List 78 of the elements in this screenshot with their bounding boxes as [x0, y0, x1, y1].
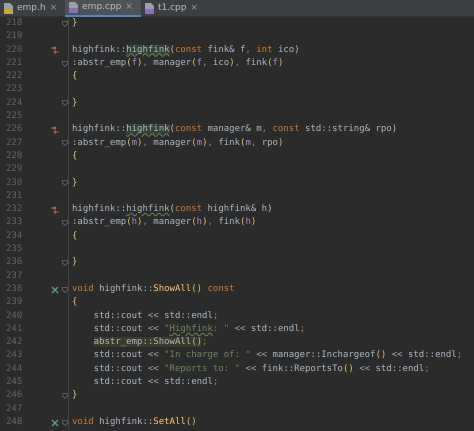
code-line: } [72, 96, 78, 110]
fold-icon[interactable] [62, 260, 68, 266]
code-line: :abstr_emp(f), manager(f, ico), fink(f) [72, 56, 284, 70]
code-line: highfink::highfink(const highfink& h) [72, 203, 273, 216]
file-icon [144, 3, 154, 14]
line-number: 237 [5, 270, 24, 283]
file-tab[interactable]: emp.h × [0, 0, 66, 17]
fold-icon[interactable] [62, 60, 68, 67]
code-line: } [72, 176, 78, 190]
code-line: std::cout << "Reports to: " << fink::ReportsTo() << std::endl; [92, 362, 430, 376]
code-line: std::cout << "In charge of: " << manager::Inchargeof() << std::endl; [92, 349, 462, 362]
code-line: { [72, 150, 78, 163]
code-line: { [72, 230, 78, 243]
code-line: highfink::highfink(const manager& m, const std::string& rpo) [72, 123, 398, 136]
file-icon [4, 3, 13, 14]
code-line: abstr_emp::ShowAll(); [92, 336, 208, 350]
file-tab[interactable]: emp.cpp × [65, 0, 141, 17]
code-line: highfink::highfink(const fink& f, int ico) [72, 44, 300, 57]
line-number: 238 [5, 282, 24, 296]
code-line: std::cout << "Highfink: " << std::endl; [92, 322, 306, 336]
code-line: :abstr_emp(h), manager(h), fink(h) [72, 216, 256, 230]
arrows-icon[interactable] [51, 46, 59, 54]
fold-icon[interactable] [62, 100, 68, 106]
line-number: 222 [5, 70, 24, 84]
line-number: 235 [5, 243, 24, 256]
line-number: 232 [5, 203, 24, 216]
code-line: std::cout << std::endl; [92, 376, 218, 390]
line-number: 229 [5, 163, 24, 176]
line-number: 218 [5, 17, 24, 30]
line-number: 221 [5, 56, 24, 70]
line-number: 234 [5, 230, 24, 243]
close-button[interactable]: × [125, 0, 133, 14]
line-number: 242 [5, 336, 24, 350]
line-number: 243 [5, 349, 24, 362]
cross-icon[interactable] [51, 418, 59, 427]
line-number: 227 [5, 136, 24, 150]
line-number: 223 [5, 83, 24, 96]
fold-icon[interactable] [62, 180, 68, 186]
line-number: 246 [5, 389, 24, 402]
line-number: 228 [5, 150, 24, 163]
line-number: 219 [5, 30, 24, 44]
line-number: 233 [5, 216, 24, 230]
arrows-icon[interactable] [51, 126, 59, 134]
fold-icon[interactable] [62, 220, 68, 226]
close-button[interactable]: × [190, 2, 198, 16]
code-line: } [72, 256, 78, 270]
code-line: void highfink::ShowAll() const [72, 282, 235, 296]
line-number: 245 [5, 376, 24, 390]
close-button[interactable]: × [50, 2, 58, 16]
fold-icon[interactable] [62, 286, 68, 293]
code-line: { [72, 296, 78, 310]
code-line: } [72, 17, 78, 30]
fold-icon[interactable] [62, 20, 68, 27]
fold-icon[interactable] [62, 392, 68, 399]
fold-icon[interactable] [62, 420, 68, 426]
line-number: 231 [5, 190, 24, 203]
code-line: void highfink::SetAll() [72, 416, 197, 429]
arrows-icon[interactable] [51, 206, 59, 214]
code-line: } [72, 389, 78, 402]
line-number: 240 [5, 310, 24, 323]
cross-icon[interactable] [51, 286, 59, 294]
line-number: 248 [5, 416, 24, 429]
code-line: std::cout << std::endl; [92, 310, 218, 323]
fold-icon[interactable] [62, 140, 68, 146]
line-number: 224 [5, 96, 24, 110]
code-line: { [72, 70, 78, 84]
line-number: 225 [5, 110, 24, 124]
line-number: 226 [5, 123, 24, 136]
line-number: 247 [5, 402, 24, 416]
file-tab[interactable]: t1.cpp × [140, 0, 206, 17]
line-number: 241 [5, 322, 24, 336]
code-line: :abstr_emp(m), manager(m), fink(m, rpo) [72, 136, 284, 150]
line-number: 236 [5, 256, 24, 270]
line-number: 244 [5, 362, 24, 376]
line-number: 220 [5, 44, 24, 57]
line-number: 239 [5, 296, 24, 310]
line-number: 230 [5, 176, 24, 190]
file-icon [69, 2, 78, 13]
